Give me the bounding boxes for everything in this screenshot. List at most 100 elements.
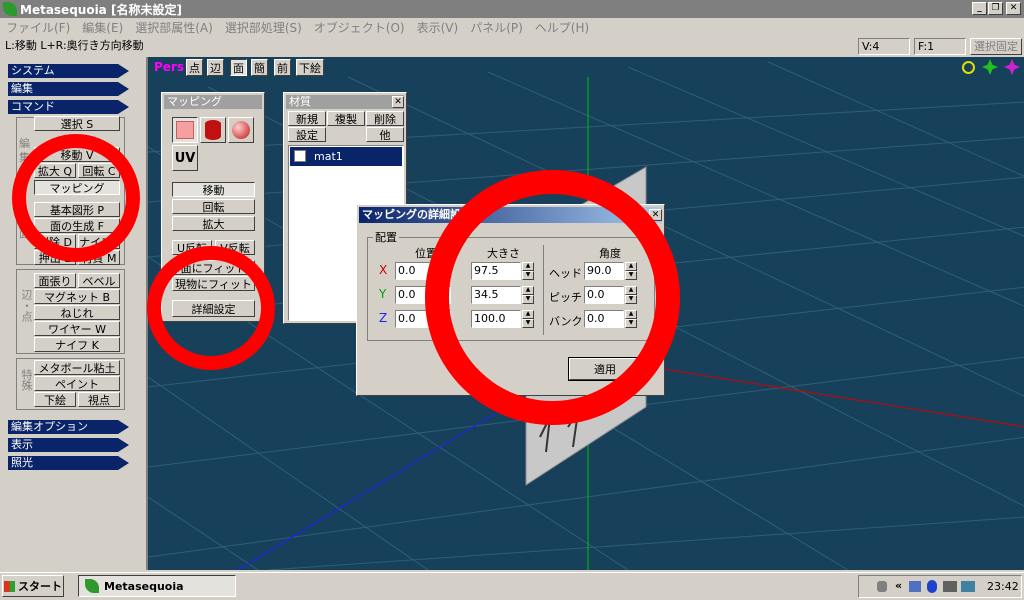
fill-face-button[interactable]: 面張り xyxy=(34,273,76,288)
wire-button[interactable]: ワイヤー W xyxy=(34,321,120,336)
heading-input[interactable]: 90.0 xyxy=(584,262,624,280)
tray-lan-icon[interactable] xyxy=(961,581,975,592)
tray-expand-icon[interactable]: « xyxy=(895,579,902,592)
twist-button[interactable]: ねじれ xyxy=(34,305,120,320)
viewport-toolbar: Pers 点 辺 面 簡 前 下絵 xyxy=(150,59,330,77)
menu-help[interactable]: ヘルプ(H) xyxy=(529,19,595,36)
fit-object-button[interactable]: 現物にフィット xyxy=(172,276,255,291)
material-button[interactable]: 材質 M xyxy=(78,250,120,265)
material-close-button[interactable]: ✕ xyxy=(392,96,404,108)
minimize-button[interactable]: _ xyxy=(972,2,987,15)
zoom-icon[interactable] xyxy=(962,61,975,74)
uv-mapping-button[interactable]: UV xyxy=(172,145,198,171)
move-button[interactable]: 移動 V xyxy=(34,147,120,162)
size-y-input[interactable]: 34.5 xyxy=(471,286,521,304)
size-x-spinner[interactable]: ▲ ▼ xyxy=(522,262,534,280)
vertex-mode-button[interactable]: 点 xyxy=(186,59,203,76)
paint-button[interactable]: ペイント xyxy=(34,376,120,391)
rotate-button[interactable]: 回転 C xyxy=(78,163,120,178)
extrude-button[interactable]: 押出 E xyxy=(34,250,76,265)
bevel-button[interactable]: ベベル xyxy=(78,273,120,288)
window-title: Metasequoia [名称未設定] xyxy=(20,2,182,17)
tray-network-icon[interactable] xyxy=(909,581,921,592)
size-z-spinner[interactable]: ▲ ▼ xyxy=(522,310,534,328)
bank-input[interactable]: 0.0 xyxy=(584,310,624,328)
section-lighting[interactable]: 照光 xyxy=(8,456,129,470)
material-other-button[interactable]: 他 xyxy=(366,127,404,142)
underlay-mode-button[interactable]: 下絵 xyxy=(296,59,324,76)
position-x-input[interactable]: 0.0 xyxy=(395,262,451,280)
flip-v-button[interactable]: V反転 xyxy=(215,240,255,255)
section-display[interactable]: 表示 xyxy=(8,438,129,452)
projection-mode[interactable]: Pers xyxy=(154,60,184,74)
plane-mapping-button[interactable] xyxy=(172,117,198,143)
placement-group-label: 配置 xyxy=(373,229,399,245)
heading-spinner[interactable]: ▲ ▼ xyxy=(625,262,637,280)
pitch-input[interactable]: 0.0 xyxy=(584,286,624,304)
material-copy-button[interactable]: 複製 xyxy=(327,111,365,126)
viewpoint-button[interactable]: 視点 xyxy=(78,392,120,407)
tray-monitor-icon[interactable] xyxy=(943,581,957,592)
edge-mode-button[interactable]: 辺 xyxy=(207,59,224,76)
sphere-mapping-button[interactable] xyxy=(228,117,254,143)
material-name: mat1 xyxy=(314,150,343,163)
section-edit[interactable]: 編集 xyxy=(8,82,129,96)
section-command[interactable]: コマンド xyxy=(8,100,129,114)
section-edit-option[interactable]: 編集オプション xyxy=(8,420,129,434)
menu-selection-attr[interactable]: 選択部属性(A) xyxy=(129,19,219,36)
face-mode-button[interactable]: 面 xyxy=(230,59,247,76)
windows-logo-icon xyxy=(4,580,15,592)
bank-spinner[interactable]: ▲ ▼ xyxy=(625,310,637,328)
menu-selection-process[interactable]: 選択部処理(S) xyxy=(219,19,308,36)
command-panel: システム 編集 コマンド 編集 面 選択 S 移動 V 拡大 Q 回転 C マッ… xyxy=(0,57,140,570)
knife-i-button[interactable]: ナイフ I xyxy=(78,234,120,249)
position-z-input[interactable]: 0.0 xyxy=(395,310,451,328)
material-settings-button[interactable]: 設定 xyxy=(288,127,326,142)
magnet-button[interactable]: マグネット B xyxy=(34,289,120,304)
material-new-button[interactable]: 新規 xyxy=(288,111,326,126)
menu-edit[interactable]: 編集(E) xyxy=(76,19,129,36)
cylinder-mapping-button[interactable] xyxy=(200,117,226,143)
mapping-move-button[interactable]: 移動 xyxy=(172,182,255,197)
size-y-spinner[interactable]: ▲ ▼ xyxy=(522,286,534,304)
taskbar-metasequoia[interactable]: Metasequoia xyxy=(78,575,236,597)
select-button[interactable]: 選択 S xyxy=(34,116,120,131)
select-lock-button[interactable]: 選択固定 xyxy=(970,38,1022,55)
size-z-input[interactable]: 100.0 xyxy=(471,310,521,328)
material-list-item[interactable]: mat1 xyxy=(290,147,402,166)
position-y-input[interactable]: 0.0 xyxy=(395,286,451,304)
mapping-button[interactable]: マッピング xyxy=(34,180,120,195)
pitch-spinner[interactable]: ▲ ▼ xyxy=(625,286,637,304)
menu-object[interactable]: オブジェクト(O) xyxy=(308,19,411,36)
flip-u-button[interactable]: U反転 xyxy=(172,240,212,255)
create-face-button[interactable]: 面の生成 F xyxy=(34,218,120,233)
section-system[interactable]: システム xyxy=(8,64,129,78)
start-button[interactable]: スタート xyxy=(2,575,64,597)
close-button[interactable]: ✕ xyxy=(1006,2,1021,15)
detail-settings-button[interactable]: 詳細設定 xyxy=(172,300,255,317)
app-leaf-icon xyxy=(85,579,99,593)
front-mode-button[interactable]: 前 xyxy=(274,59,291,76)
knife-k-button[interactable]: ナイフ K xyxy=(34,337,120,352)
fit-face-button[interactable]: 面にフィット xyxy=(172,260,255,275)
material-delete-button[interactable]: 削除 xyxy=(366,111,404,126)
tray-bluetooth-icon[interactable] xyxy=(927,580,937,593)
scale-button[interactable]: 拡大 Q xyxy=(34,163,76,178)
axis-x-label: X xyxy=(379,263,388,277)
dialog-close-button[interactable]: ✕ xyxy=(649,209,662,221)
size-x-input[interactable]: 97.5 xyxy=(471,262,521,280)
menu-panel[interactable]: パネル(P) xyxy=(464,19,529,36)
primitive-button[interactable]: 基本図形 P xyxy=(34,202,120,217)
simple-mode-button[interactable]: 簡 xyxy=(251,59,268,76)
mapping-panel-title: マッピング xyxy=(164,95,262,109)
mapping-scale-button[interactable]: 拡大 xyxy=(172,216,255,231)
underlay-button[interactable]: 下絵 xyxy=(34,392,76,407)
maximize-button[interactable]: ❐ xyxy=(988,2,1003,15)
apply-button[interactable]: 適用 xyxy=(568,357,642,381)
delete-button[interactable]: 削除 D xyxy=(34,234,76,249)
menu-view[interactable]: 表示(V) xyxy=(411,19,465,36)
mapping-rotate-button[interactable]: 回転 xyxy=(172,199,255,214)
tray-speaker-icon[interactable] xyxy=(877,581,887,592)
menu-file[interactable]: ファイル(F) xyxy=(0,19,76,36)
metaball-button[interactable]: メタボール粘土 xyxy=(34,360,120,375)
